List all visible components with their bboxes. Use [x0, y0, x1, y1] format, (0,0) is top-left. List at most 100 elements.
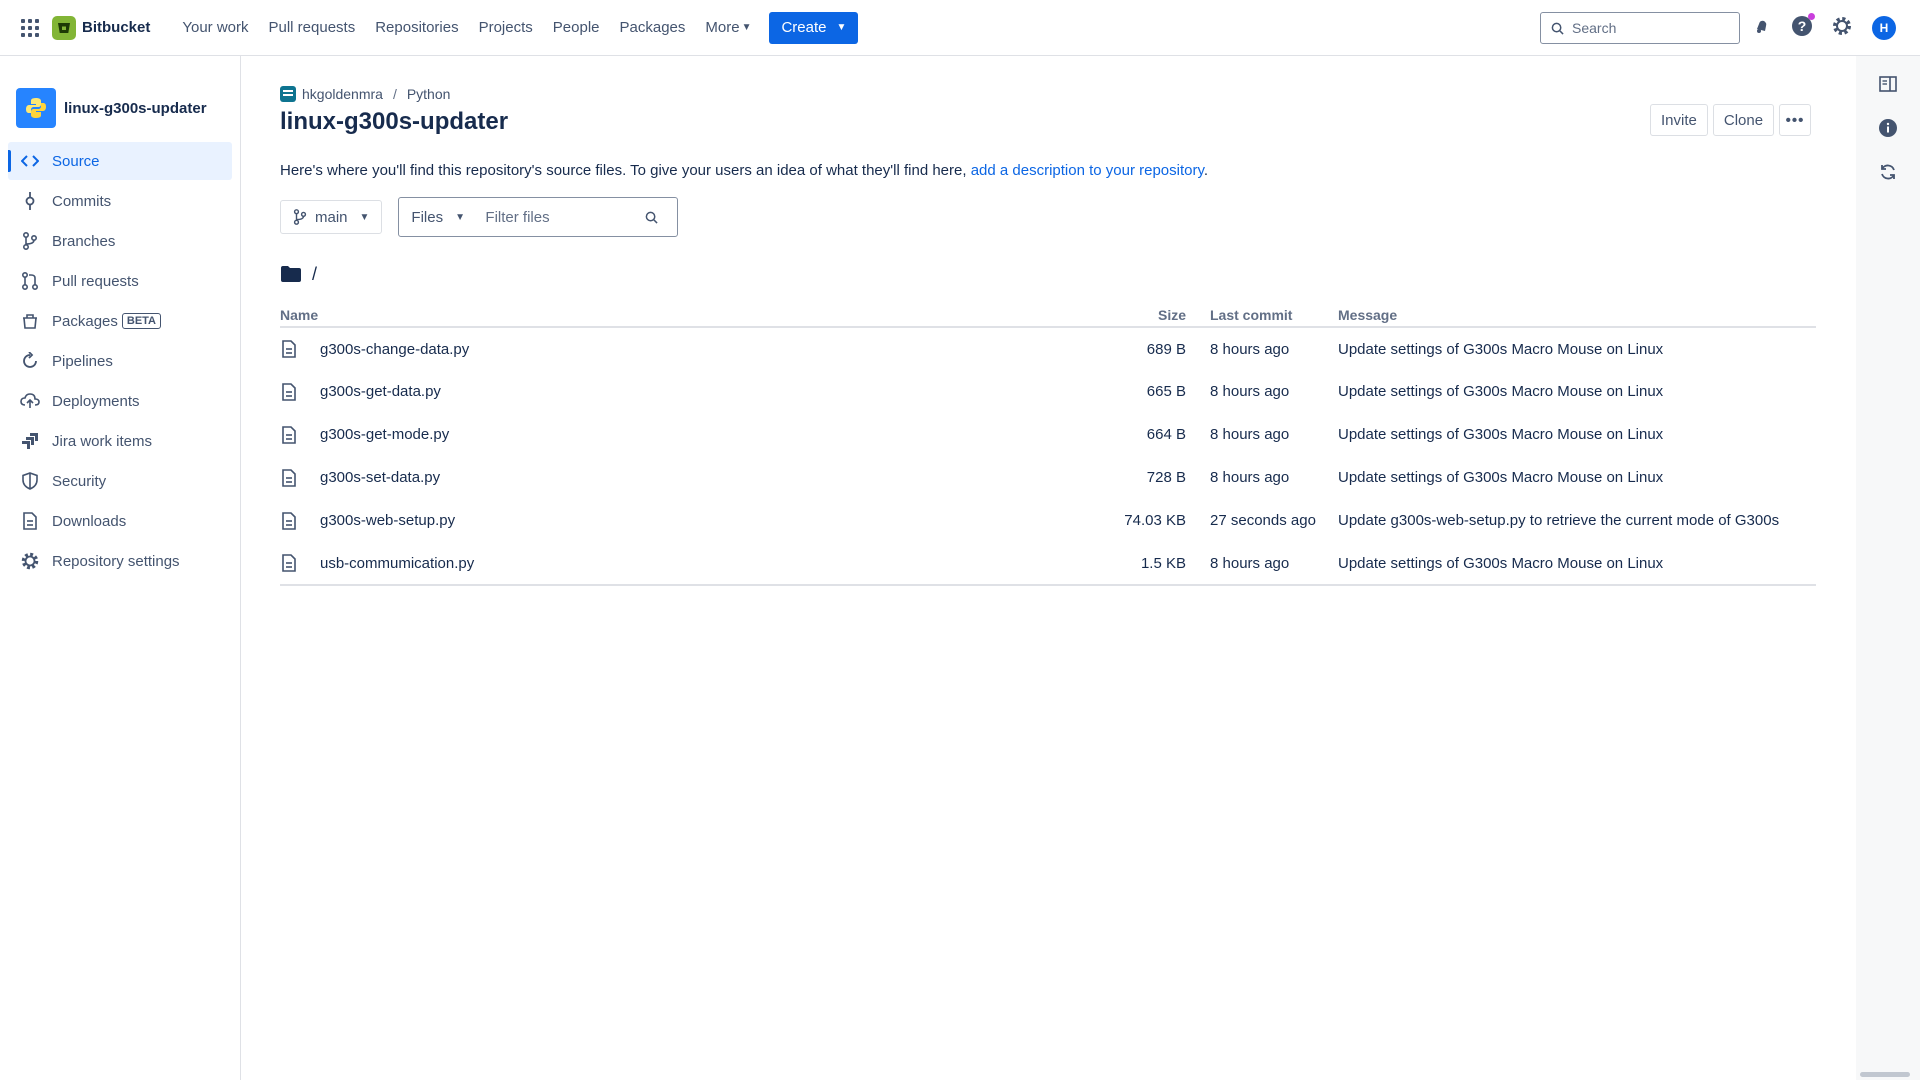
clone-button[interactable]: Clone [1712, 104, 1775, 136]
bitbucket-logo[interactable]: Bitbucket [52, 15, 151, 40]
file-name-link[interactable]: g300s-set-data.py [320, 469, 440, 486]
code-icon [20, 151, 40, 171]
sidebar-item-jira-work-items[interactable]: Jira work items [8, 422, 232, 460]
file-name-link[interactable]: g300s-get-mode.py [320, 426, 449, 443]
main-content: hkgoldenmra / Python linux-g300s-updater… [280, 56, 1816, 586]
sidebar-menu: Source Commits Branches Pull requests Pa… [0, 142, 240, 580]
sync-icon[interactable] [1876, 160, 1900, 184]
sidebar-item-pull-requests[interactable]: Pull requests [8, 262, 232, 300]
table-row[interactable]: g300s-get-mode.py 664 B 8 hours ago Update … [280, 413, 1816, 456]
file-icon [282, 554, 306, 572]
description-suffix: . [1203, 162, 1209, 179]
file-name-link[interactable]: g300s-change-data.py [320, 341, 469, 358]
sidebar-item-security[interactable]: Security [8, 462, 232, 500]
file-last-commit: 8 hours ago [1210, 383, 1290, 400]
nav-people[interactable]: People [543, 12, 610, 44]
filter-type-label: Files [411, 208, 444, 226]
workspace-icon [280, 86, 296, 102]
file-size: 664 B [1146, 426, 1186, 443]
description-text: Here's where you'll find this repository… [280, 162, 967, 179]
search-icon [646, 211, 659, 224]
file-commit-message[interactable]: Update settings of G300s Macro Mouse on … [1338, 456, 1816, 499]
sidebar-item-branches[interactable]: Branches [8, 222, 232, 260]
info-icon[interactable] [1876, 116, 1900, 140]
sidebar-item-pipelines[interactable]: Pipelines [8, 342, 232, 380]
user-avatar[interactable]: H [1872, 16, 1896, 40]
sidebar-item-commits[interactable]: Commits [8, 182, 232, 220]
sidebar-item-repository-settings[interactable]: Repository settings [8, 542, 232, 580]
nav-packages[interactable]: Packages [610, 12, 696, 44]
app-switcher-icon[interactable] [18, 16, 42, 40]
table-row[interactable]: g300s-web-setup.py 74.03 KB 27 seconds ago… [280, 499, 1816, 542]
deployments-icon [20, 391, 40, 411]
panel-toggle-icon[interactable] [1876, 72, 1900, 96]
file-name-link[interactable]: g300s-web-setup.py [320, 512, 455, 529]
table-row[interactable]: g300s-change-data.py 689 B 8 hours ago Upda… [280, 327, 1816, 370]
file-last-commit: 8 hours ago [1210, 340, 1290, 358]
breadcrumb-workspace[interactable]: hkgoldenmra [302, 86, 383, 102]
sidebar-item-label: Jira work items [52, 432, 153, 450]
repository-header[interactable]: linux-g300s-updater [16, 88, 240, 128]
file-name-wrapper: usb-commumication.py [280, 554, 920, 572]
add-description-link[interactable]: add a description to your repository [971, 162, 1204, 179]
notifications-icon[interactable] [1750, 14, 1774, 38]
sidebar-item-label: Security [52, 472, 107, 490]
nav-more[interactable]: More ▼ [695, 12, 761, 44]
search-input[interactable] [1572, 20, 1722, 36]
file-name-cell: g300s-change-data.py [280, 327, 920, 370]
beta-badge: BETA [121, 313, 162, 329]
branch-icon [20, 231, 40, 251]
page-title: linux-g300s-updater [280, 108, 509, 135]
column-last-commit: Last commit [1210, 303, 1338, 328]
file-name-wrapper: g300s-get-data.py [280, 382, 920, 401]
sidebar-item-label: Pull requests [52, 272, 139, 290]
sidebar-item-label: Deployments [52, 392, 140, 410]
column-message: Message [1338, 303, 1816, 328]
brand-name: Bitbucket [82, 19, 151, 36]
file-size: 74.03 KB [1124, 512, 1186, 529]
table-row[interactable]: g300s-set-data.py 728 B 8 hours ago Update … [280, 456, 1816, 499]
sidebar-item-deployments[interactable]: Deployments [8, 382, 232, 420]
settings-gear-icon[interactable] [1830, 14, 1854, 38]
file-name-wrapper: g300s-set-data.py [280, 468, 920, 487]
file-name-cell: g300s-get-data.py [280, 370, 920, 413]
create-button[interactable]: Create ▼ [769, 11, 859, 44]
file-commit-message[interactable]: Update settings of G300s Macro Mouse on … [1338, 413, 1816, 456]
nav-pull-requests[interactable]: Pull requests [259, 12, 366, 44]
nav-repositories[interactable]: Repositories [365, 12, 468, 44]
sidebar-item-source[interactable]: Source [8, 142, 232, 180]
nav-your-work[interactable]: Your work [172, 12, 258, 44]
table-row[interactable]: usb-commumication.py 1.5 KB 8 hours ago Upd… [280, 542, 1816, 586]
file-icon [282, 340, 306, 358]
help-icon[interactable]: ? [1790, 13, 1815, 38]
file-commit-message[interactable]: Update settings of G300s Macro Mouse on … [1338, 542, 1816, 586]
more-actions-button[interactable]: ••• [1779, 104, 1812, 136]
horizontal-scrollbar[interactable] [1860, 1072, 1910, 1077]
sidebar-item-packages[interactable]: Packages BETA [8, 302, 232, 340]
file-commit-message[interactable]: Update settings of G300s Macro Mouse on … [1338, 327, 1816, 370]
repository-description: Here's where you'll find this repository… [280, 162, 1816, 182]
nav-projects[interactable]: Projects [469, 12, 543, 44]
filter-type-dropdown[interactable]: Files ▼ [411, 209, 485, 226]
commit-icon [20, 191, 40, 211]
bitbucket-icon [52, 15, 76, 40]
file-name-link[interactable]: usb-commumication.py [320, 555, 474, 572]
file-commit-message[interactable]: Update g300s-web-setup.py to retrieve th… [1338, 499, 1816, 542]
gear-icon [20, 551, 40, 571]
table-row[interactable]: g300s-get-data.py 665 B 8 hours ago Update … [280, 370, 1816, 413]
file-last-commit: 8 hours ago [1210, 426, 1290, 443]
file-name-link[interactable]: g300s-get-data.py [320, 383, 441, 400]
sidebar-item-downloads[interactable]: Downloads [8, 502, 232, 540]
file-name-wrapper: g300s-change-data.py [280, 340, 920, 358]
search-box[interactable] [1540, 12, 1740, 44]
sidebar-item-label: Source [52, 152, 100, 170]
breadcrumb: hkgoldenmra / Python [280, 84, 1816, 104]
invite-button[interactable]: Invite [1650, 104, 1708, 136]
file-name-cell: g300s-get-mode.py [280, 413, 920, 456]
chevron-down-icon: ▼ [741, 22, 752, 33]
breadcrumb-project[interactable]: Python [407, 86, 451, 102]
file-name-wrapper: g300s-get-mode.py [280, 425, 920, 444]
filter-files-input[interactable] [485, 208, 646, 226]
branch-selector[interactable]: main ▼ [280, 200, 383, 234]
file-commit-message[interactable]: Update settings of G300s Macro Mouse on … [1338, 370, 1816, 413]
